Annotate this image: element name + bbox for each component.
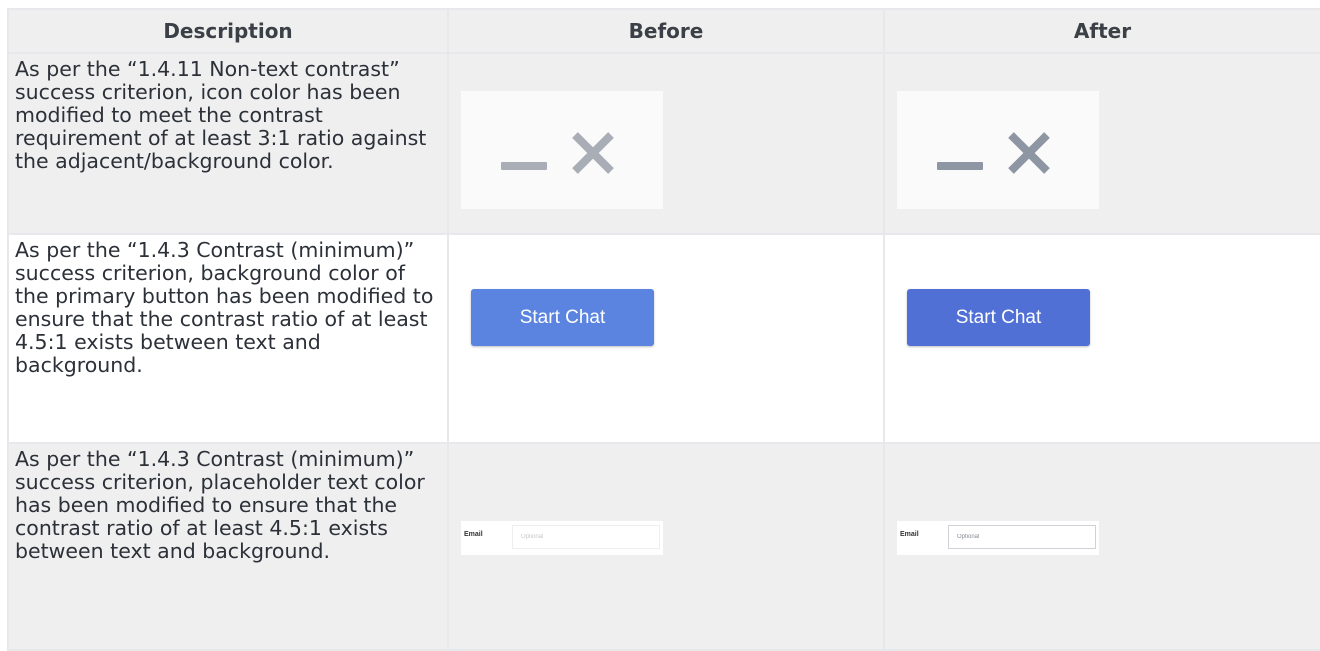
description-text: As per the “1.4.3 Contrast (minimum)” su… xyxy=(15,447,425,563)
email-field-after[interactable] xyxy=(948,525,1096,549)
accessibility-changes-table: Description Before After As per the “1.4… xyxy=(7,8,1320,651)
before-cell: Email xyxy=(447,442,885,651)
table-row: As per the “1.4.11 Non-text contrast” su… xyxy=(7,52,1320,235)
description-cell: As per the “1.4.3 Contrast (minimum)” su… xyxy=(7,442,449,651)
email-label: Email xyxy=(900,531,919,538)
before-cell: Start Chat xyxy=(447,233,885,444)
start-chat-button-before[interactable]: Start Chat xyxy=(471,289,654,346)
close-icon[interactable] xyxy=(1001,125,1057,181)
table-row: As per the “1.4.3 Contrast (minimum)” su… xyxy=(7,233,1320,444)
description-cell: As per the “1.4.11 Non-text contrast” su… xyxy=(7,52,449,235)
description-text: As per the “1.4.3 Contrast (minimum)” su… xyxy=(15,238,434,377)
table-row: As per the “1.4.3 Contrast (minimum)” su… xyxy=(7,442,1320,651)
email-form-after: Email xyxy=(897,521,1099,555)
window-controls-before xyxy=(461,91,663,209)
email-label: Email xyxy=(464,531,483,538)
header-before: Before xyxy=(447,8,885,54)
header-description: Description xyxy=(7,8,449,54)
minimize-icon[interactable] xyxy=(937,162,983,170)
close-icon[interactable] xyxy=(565,125,621,181)
before-cell xyxy=(447,52,885,235)
header-after: After xyxy=(883,8,1320,54)
window-controls-after xyxy=(897,91,1099,209)
table-header-row: Description Before After xyxy=(7,8,1320,54)
email-form-before: Email xyxy=(461,521,663,555)
start-chat-button-after[interactable]: Start Chat xyxy=(907,289,1090,346)
description-text: As per the “1.4.11 Non-text contrast” su… xyxy=(15,57,427,173)
after-cell: Email xyxy=(883,442,1320,651)
email-field-before[interactable] xyxy=(512,525,660,549)
after-cell xyxy=(883,52,1320,235)
after-cell: Start Chat xyxy=(883,233,1320,444)
description-cell: As per the “1.4.3 Contrast (minimum)” su… xyxy=(7,233,449,444)
minimize-icon[interactable] xyxy=(501,162,547,170)
